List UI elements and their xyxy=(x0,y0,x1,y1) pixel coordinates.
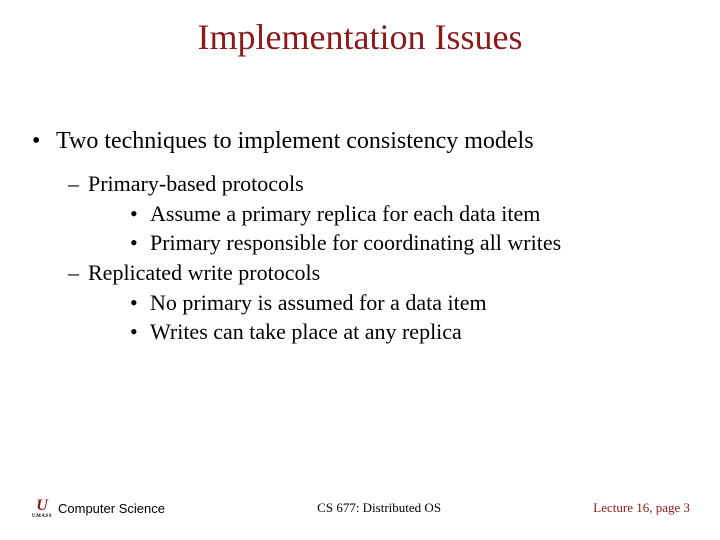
deep-bullet-text: Assume a primary replica for each data i… xyxy=(150,199,540,229)
bullet-dot-icon: • xyxy=(130,288,150,318)
deep-bullet: • Writes can take place at any replica xyxy=(130,317,690,347)
dash-icon: – xyxy=(68,258,88,288)
slide-title: Implementation Issues xyxy=(0,0,720,58)
course-label: CS 677: Distributed OS xyxy=(165,500,593,516)
deep-bullet-text: Writes can take place at any replica xyxy=(150,317,462,347)
main-bullet: • Two techniques to implement consistenc… xyxy=(30,128,690,155)
slide-content: • Two techniques to implement consistenc… xyxy=(0,58,720,347)
footer-left: U UMASS Computer Science xyxy=(30,494,165,522)
deep-bullet-text: Primary responsible for coordinating all… xyxy=(150,228,561,258)
page-number: Lecture 16, page 3 xyxy=(593,500,690,516)
bullet-dot-icon: • xyxy=(130,317,150,347)
deep-bullet: • No primary is assumed for a data item xyxy=(130,288,690,318)
deep-bullet-text: No primary is assumed for a data item xyxy=(150,288,487,318)
sub-bullet-text: Primary-based protocols xyxy=(88,169,304,199)
bullet-dot-icon: • xyxy=(130,199,150,229)
logo-text: UMASS xyxy=(32,514,52,519)
bullet-dot-icon: • xyxy=(30,128,56,155)
department-label: Computer Science xyxy=(58,501,165,516)
main-bullet-text: Two techniques to implement consistency … xyxy=(56,128,534,155)
umass-logo-icon: U UMASS xyxy=(30,494,54,522)
sub-bullet-text: Replicated write protocols xyxy=(88,258,320,288)
deep-bullet: • Assume a primary replica for each data… xyxy=(130,199,690,229)
logo-glyph: U xyxy=(36,498,48,514)
dash-icon: – xyxy=(68,169,88,199)
slide-footer: U UMASS Computer Science CS 677: Distrib… xyxy=(0,494,720,522)
sub-bullet: – Primary-based protocols xyxy=(68,169,690,199)
sub-bullet: – Replicated write protocols xyxy=(68,258,690,288)
deep-bullet: • Primary responsible for coordinating a… xyxy=(130,228,690,258)
bullet-dot-icon: • xyxy=(130,228,150,258)
